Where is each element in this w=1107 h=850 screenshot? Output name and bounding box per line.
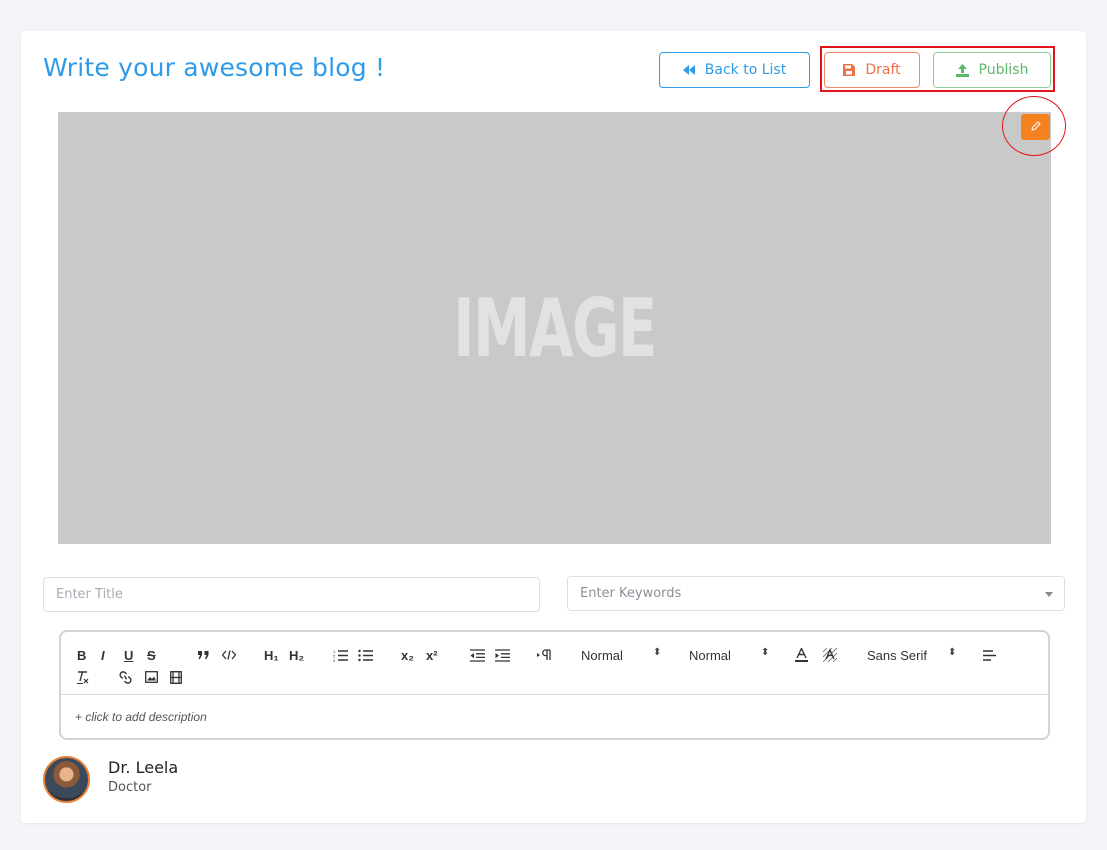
- text-color-button[interactable]: [795, 647, 808, 663]
- superscript-button[interactable]: x²: [426, 647, 438, 663]
- bullet-list-icon: [358, 649, 373, 661]
- chevron-down-icon: [1045, 592, 1053, 597]
- size-picker-caret-icon: ⬍: [653, 647, 662, 658]
- rich-text-editor: B I U S H₁ H₂ 123 x₂ x² Normal ⬍ Normal …: [59, 630, 1050, 740]
- align-left-icon: [983, 649, 996, 661]
- cover-image-placeholder[interactable]: IMAGE: [58, 112, 1051, 544]
- avatar: [43, 756, 90, 803]
- keywords-select[interactable]: Enter Keywords: [567, 576, 1065, 611]
- highlight-color-icon: [823, 648, 837, 662]
- align-button[interactable]: [983, 647, 996, 663]
- cover-image-text: IMAGE: [453, 282, 657, 375]
- indent-icon: [495, 648, 510, 662]
- outdent-icon: [470, 648, 485, 662]
- indent-button[interactable]: [495, 647, 510, 663]
- title-input[interactable]: [43, 577, 540, 612]
- fast-backward-icon: [682, 65, 695, 75]
- subscript-button[interactable]: x₂: [401, 647, 414, 663]
- video-icon: [170, 670, 182, 684]
- rtl-direction-icon: [537, 649, 551, 660]
- keywords-placeholder: Enter Keywords: [580, 586, 682, 601]
- video-button[interactable]: [170, 669, 182, 685]
- heading1-button[interactable]: H₁: [264, 647, 279, 663]
- author-name: Dr. Leela: [108, 758, 179, 777]
- header-picker-caret-icon: ⬍: [761, 647, 770, 658]
- size-picker[interactable]: Normal: [581, 647, 623, 663]
- italic-button[interactable]: I: [101, 647, 105, 663]
- back-to-list-button[interactable]: Back to List: [659, 52, 810, 88]
- annotation-highlight-circle: [1002, 96, 1066, 156]
- author-role: Doctor: [108, 780, 152, 795]
- code-block-button[interactable]: [222, 647, 236, 663]
- image-button[interactable]: [145, 669, 158, 685]
- font-picker[interactable]: Sans Serif: [867, 647, 927, 663]
- blockquote-button[interactable]: [197, 647, 210, 663]
- image-icon: [145, 671, 158, 683]
- page-title: Write your awesome blog !: [43, 53, 386, 82]
- code-icon: [222, 650, 236, 660]
- back-to-list-label: Back to List: [704, 62, 787, 78]
- clear-format-icon: [77, 670, 89, 684]
- link-icon: [119, 670, 132, 684]
- outdent-button[interactable]: [470, 647, 485, 663]
- bullet-list-button[interactable]: [358, 647, 373, 663]
- heading2-button[interactable]: H₂: [289, 647, 304, 663]
- underline-button[interactable]: U: [124, 647, 133, 663]
- clear-formatting-button[interactable]: [77, 669, 90, 685]
- bold-button[interactable]: B: [77, 647, 86, 663]
- header-picker[interactable]: Normal: [689, 647, 731, 663]
- link-button[interactable]: [119, 669, 132, 685]
- quote-icon: [198, 651, 209, 659]
- description-editor[interactable]: + click to add description: [75, 710, 207, 724]
- font-color-icon: [795, 648, 808, 662]
- svg-text:3: 3: [333, 658, 336, 662]
- text-direction-button[interactable]: [537, 647, 552, 663]
- editor-toolbar: B I U S H₁ H₂ 123 x₂ x² Normal ⬍ Normal …: [61, 632, 1048, 695]
- annotation-highlight-box: [820, 46, 1055, 92]
- font-picker-caret-icon: ⬍: [948, 647, 957, 658]
- ordered-list-button[interactable]: 123: [333, 647, 348, 663]
- strike-button[interactable]: S: [147, 647, 156, 663]
- ordered-list-icon: 123: [333, 649, 348, 662]
- background-color-button[interactable]: [823, 647, 837, 663]
